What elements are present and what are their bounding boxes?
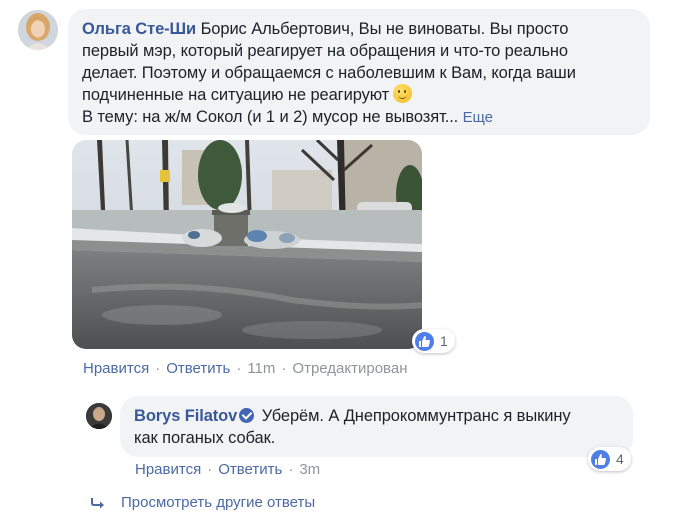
reply-text: как поганых собак. xyxy=(134,429,276,447)
comment-bubble: Ольга Сте-Ши Борис Альбертович, Вы не ви… xyxy=(68,9,650,135)
comment-actions: Нравится · Ответить · 11m · Отредактиров… xyxy=(83,360,407,377)
separator-dot: · xyxy=(155,360,161,377)
comment-text: Борис Альбертович, Вы не виноваты. Вы пр… xyxy=(200,20,569,38)
reaction-count: 1 xyxy=(440,333,448,349)
reply-arrow-icon xyxy=(91,497,104,508)
reaction-badge[interactable]: 4 xyxy=(588,447,631,471)
timestamp-link[interactable]: 11m xyxy=(247,360,275,377)
replier-avatar[interactable] xyxy=(86,403,112,429)
reaction-count: 4 xyxy=(616,451,624,467)
reply-line: Borys Filatov Уберём. А Днепрокоммунтран… xyxy=(134,405,619,427)
comment-text: подчиненные на ситуацию не реагируют xyxy=(82,86,390,104)
comment-line: подчиненные на ситуацию не реагируют xyxy=(82,84,636,106)
commenter-avatar[interactable] xyxy=(18,10,58,50)
separator-dot: · xyxy=(207,461,213,478)
reply-link[interactable]: Ответить xyxy=(166,360,230,377)
commenter-name[interactable]: Ольга Сте-Ши xyxy=(82,20,196,38)
separator-dot: · xyxy=(288,461,294,478)
smile-emoji-icon xyxy=(393,84,413,103)
comment-photo[interactable] xyxy=(72,140,422,349)
like-icon xyxy=(591,449,610,469)
reply-link[interactable]: Ответить xyxy=(218,461,282,478)
replier-name[interactable]: Borys Filatov xyxy=(134,407,237,425)
edited-label[interactable]: Отредактирован xyxy=(292,360,407,377)
comment-line: В тему: на ж/м Сокол (и 1 и 2) мусор не … xyxy=(82,106,636,129)
comment-text: первый мэр, который реагирует на обращен… xyxy=(82,42,568,60)
timestamp-link[interactable]: 3m xyxy=(299,461,320,478)
verified-badge-icon xyxy=(239,408,255,423)
comment-text: делает. Поэтому и обращаемся с наболевши… xyxy=(82,64,576,82)
view-more-replies-label[interactable]: Просмотреть другие ответы xyxy=(121,494,315,511)
like-link[interactable]: Нравится xyxy=(135,461,201,478)
view-more-replies[interactable]: Просмотреть другие ответы xyxy=(90,494,315,511)
comment-text: В тему: на ж/м Сокол (и 1 и 2) мусор не … xyxy=(82,108,459,126)
like-link[interactable]: Нравится xyxy=(83,360,149,377)
reply-actions: Нравится · Ответить · 3m xyxy=(135,461,320,478)
reply-text: Уберём. А Днепрокоммунтранс я выкину xyxy=(261,407,571,425)
comment-line: Ольга Сте-Ши Борис Альбертович, Вы не ви… xyxy=(82,18,636,40)
like-icon xyxy=(415,331,434,351)
separator-dot: · xyxy=(281,360,287,377)
separator-dot: · xyxy=(236,360,242,377)
see-more-link[interactable]: Еще xyxy=(463,109,493,126)
reaction-badge[interactable]: 1 xyxy=(412,329,455,353)
reply-bubble: Borys Filatov Уберём. А Днепрокоммунтран… xyxy=(120,396,633,457)
